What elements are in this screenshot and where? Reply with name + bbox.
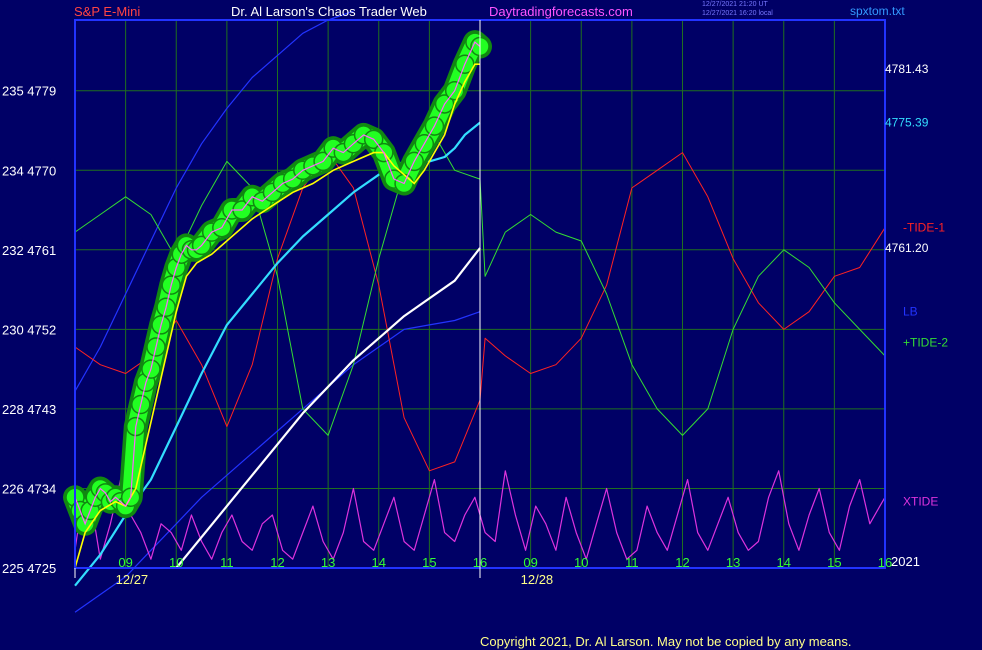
y-tick-label: 235 4779 (2, 84, 56, 99)
x-date-label: 12/27 (116, 572, 149, 587)
site-link[interactable]: Daytradingforecasts.com (489, 4, 633, 19)
x-hour-label: 12 (675, 555, 689, 570)
x-hour-label: 14 (372, 555, 386, 570)
right-label-white-avg: 4761.20 (885, 241, 929, 255)
series-upper-band (74, 10, 354, 392)
x-hour-label: 14 (777, 555, 791, 570)
right-label-tide1: -TIDE-1 (903, 221, 945, 235)
x-hour-label: 09 (118, 555, 132, 570)
x-hour-label: 11 (220, 555, 234, 570)
right-label-cyan-avg: 4775.39 (885, 116, 929, 130)
y-tick-label: 230 4752 (2, 322, 56, 337)
axis-layer (74, 19, 886, 578)
y-tick-label: 232 4761 (2, 243, 56, 258)
x-hour-label: 13 (321, 555, 335, 570)
y-tick-label: 225 4725 (2, 561, 56, 576)
right-label-tide2: +TIDE-2 (903, 336, 948, 350)
y-tick-label: 226 4734 (2, 481, 56, 496)
x-hour-label: 15 (827, 555, 841, 570)
x-hour-label: 12 (270, 555, 284, 570)
x-hour-label: 10 (169, 555, 183, 570)
label-layer: 225 4725 226 4734 228 4743 230 4752 232 4761… (2, 62, 948, 587)
instrument-title: S&P E-Mini (74, 4, 141, 19)
x-hour-label: 13 (726, 555, 740, 570)
x-hour-label: 16 (473, 555, 487, 570)
year-label: 2021 (891, 554, 920, 569)
y-tick-label: 228 4743 (2, 402, 56, 417)
timestamp-ut: 12/27/2021 21:20 UT (702, 1, 768, 8)
data-file-name: spxtom.txt (850, 4, 905, 18)
timestamp-local: 12/27/2021 16:20 local (702, 10, 773, 17)
y-tick-label: 234 4770 (2, 163, 56, 178)
right-label-price: 4781.43 (885, 62, 929, 76)
x-hour-label: 10 (574, 555, 588, 570)
x-hour-label: 15 (422, 555, 436, 570)
right-label-lb: LB (903, 305, 918, 319)
author-title: Dr. Al Larson's Chaos Trader Web (231, 4, 427, 19)
chart-canvas: 225 4725 226 4734 228 4743 230 4752 232 4761… (2, 10, 948, 613)
right-label-xtide: XTIDE (903, 495, 938, 509)
x-hour-label: 11 (625, 555, 639, 570)
x-date-label: 12/28 (521, 572, 554, 587)
x-hour-label: 09 (523, 555, 537, 570)
series-layer (63, 10, 886, 613)
copyright-notice: Copyright 2021, Dr. Al Larson. May not b… (480, 634, 852, 649)
